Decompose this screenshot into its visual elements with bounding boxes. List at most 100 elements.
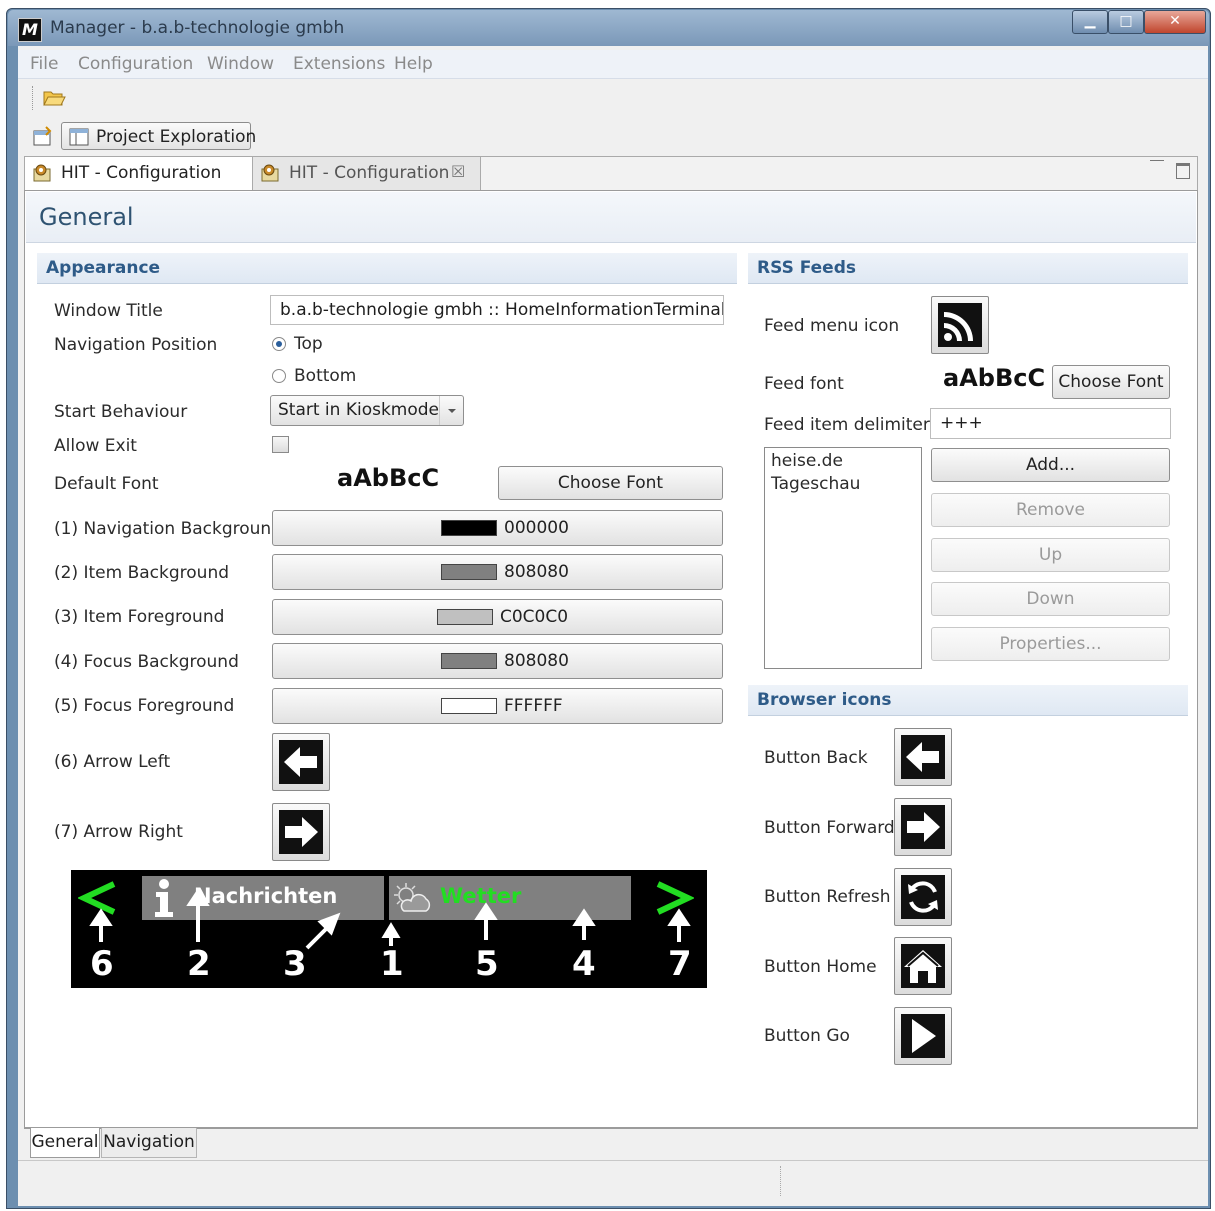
color-label-focus-background: (4) Focus Background [54, 652, 239, 672]
start-behaviour-select[interactable]: Start in Kioskmode [270, 395, 464, 426]
allow-exit-checkbox[interactable] [272, 436, 289, 453]
tab-hit-configuration-1[interactable]: HIT - Configuration [25, 157, 253, 190]
form-header [26, 192, 1196, 243]
menu-bar [18, 50, 1208, 79]
maximize-view-icon[interactable] [1176, 163, 1190, 179]
open-perspective-icon[interactable] [32, 126, 54, 152]
forward-arrow-icon [901, 805, 945, 849]
annotation-number-3: 3 [283, 944, 307, 984]
rss-title: RSS Feeds [757, 258, 857, 278]
tab-close-icon[interactable]: ☒ [451, 162, 465, 181]
arrow-right-label: (7) Arrow Right [54, 822, 183, 842]
default-font-label: Default Font [54, 474, 159, 494]
tab-navigation[interactable]: Navigation [101, 1128, 197, 1158]
annotation-number-2: 2 [187, 944, 211, 984]
menu-window[interactable]: Window [207, 54, 274, 74]
feed-font-sample: aAbBcC [943, 364, 1046, 392]
color-hex: C0C0C0 [500, 607, 569, 627]
menu-help[interactable]: Help [394, 54, 433, 74]
appearance-title: Appearance [46, 258, 161, 278]
feed-list[interactable]: heise.de Tageschau [764, 447, 922, 669]
feed-menu-icon-button[interactable] [931, 296, 989, 354]
annotation-number-6: 6 [90, 944, 114, 984]
perspective-icon [69, 128, 89, 150]
browser-icons-title: Browser icons [757, 690, 892, 710]
config-icon [261, 163, 283, 188]
choose-font-button[interactable]: Choose Font [498, 466, 723, 500]
feed-choose-font-button[interactable]: Choose Font [1052, 365, 1170, 399]
maximize-button[interactable]: □ [1108, 10, 1144, 34]
color-button-item-background[interactable]: 808080 [272, 554, 723, 590]
perspective-label: Project Exploration [96, 127, 257, 147]
nav-position-top-label[interactable]: Top [294, 334, 323, 354]
tab-general[interactable]: General [30, 1128, 100, 1158]
color-hex: 808080 [504, 562, 569, 582]
annotation-number-4: 4 [572, 944, 596, 984]
color-swatch [441, 653, 497, 669]
default-font-sample: aAbBcC [337, 464, 440, 492]
color-label-item-background: (2) Item Background [54, 563, 230, 583]
remove-feed-button[interactable]: Remove [931, 493, 1170, 527]
arrow-left-icon [279, 740, 323, 784]
color-button-navigation-background[interactable]: 000000 [272, 510, 723, 546]
nav-position-bottom-radio[interactable] [272, 369, 286, 383]
window-title-field[interactable]: b.a.b-technologie gmbh :: HomeInformatio… [270, 295, 724, 325]
move-down-button[interactable]: Down [931, 582, 1170, 616]
feed-properties-button[interactable]: Properties... [931, 627, 1170, 661]
button-go-icon-button[interactable] [894, 1007, 952, 1065]
arrow-right-button[interactable] [272, 803, 330, 861]
refresh-icon [901, 875, 945, 919]
add-feed-button[interactable]: Add... [931, 448, 1170, 482]
menu-configuration[interactable]: Configuration [78, 54, 193, 74]
color-button-focus-foreground[interactable]: FFFFFF [272, 688, 723, 724]
arrow-left-button[interactable] [272, 733, 330, 791]
toolbar-grip [32, 86, 35, 110]
menu-extensions[interactable]: Extensions [293, 54, 385, 74]
window-title-label: Window Title [54, 301, 163, 321]
button-forward-icon-button[interactable] [894, 798, 952, 856]
button-home-label: Button Home [764, 957, 877, 977]
color-hex: 808080 [504, 651, 569, 671]
allow-exit-label: Allow Exit [54, 436, 137, 456]
tab-hit-configuration-2[interactable]: HIT - Configuration ☒ [253, 157, 481, 190]
button-back-icon-button[interactable] [894, 728, 952, 786]
color-hex: FFFFFF [504, 696, 563, 716]
nav-position-bottom-label[interactable]: Bottom [294, 366, 356, 386]
color-label-item-foreground: (3) Item Foreground [54, 607, 225, 627]
annotation-number-1: 1 [380, 944, 404, 984]
color-button-item-foreground[interactable]: C0C0C0 [272, 599, 723, 635]
nav-position-top-radio[interactable] [272, 337, 286, 351]
arrow-left-label: (6) Arrow Left [54, 752, 171, 772]
form-page-tabs [24, 1128, 1198, 1158]
button-home-icon-button[interactable] [894, 937, 952, 995]
dropdown-arrow-icon[interactable] [439, 396, 464, 425]
feed-delimiter-field[interactable]: +++ [930, 408, 1171, 439]
color-label-focus-foreground: (5) Focus Foreground [54, 696, 235, 716]
color-swatch [441, 698, 497, 714]
feed-list-item[interactable]: Tageschau [771, 474, 860, 494]
feed-list-item[interactable]: heise.de [771, 451, 843, 471]
start-behaviour-label: Start Behaviour [54, 402, 188, 422]
minimize-button[interactable]: ▁ [1072, 10, 1108, 34]
status-bar [18, 1160, 1208, 1205]
arrow-right-icon [279, 810, 323, 854]
button-go-label: Button Go [764, 1026, 850, 1046]
minimize-view-icon[interactable] [1150, 160, 1164, 167]
feed-font-label: Feed font [764, 374, 844, 394]
feed-menu-icon-label: Feed menu icon [764, 316, 900, 336]
play-icon [901, 1014, 945, 1058]
button-refresh-icon-button[interactable] [894, 868, 952, 926]
menu-file[interactable]: File [30, 54, 58, 74]
feed-delimiter-label: Feed item delimiter [764, 415, 930, 435]
tab-label: HIT - Configuration [289, 163, 450, 183]
config-icon [33, 163, 55, 188]
annotation-number-7: 7 [668, 944, 692, 984]
color-button-focus-background[interactable]: 808080 [272, 643, 723, 679]
open-folder-icon[interactable] [42, 88, 66, 108]
color-swatch [441, 520, 497, 536]
color-hex: 000000 [504, 518, 569, 538]
start-behaviour-value: Start in Kioskmode [278, 400, 440, 420]
move-up-button[interactable]: Up [931, 538, 1170, 572]
close-button[interactable]: ✕ [1144, 10, 1206, 34]
button-forward-label: Button Forward [764, 818, 895, 838]
